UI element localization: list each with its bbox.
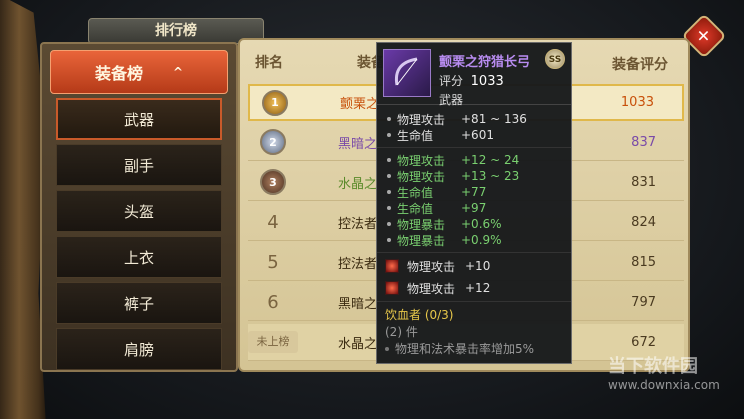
- item-tooltip: 颤栗之狩猎长弓 评分 1033 武器 SS 物理攻击 +81 ~ 136 生命值 +…: [376, 42, 572, 364]
- equip-name: 颤栗之: [340, 97, 380, 112]
- rank-number: 5: [267, 251, 279, 273]
- gem-line: 物理攻击 +10: [377, 255, 571, 277]
- nav-item-label: 副手: [123, 156, 154, 175]
- stat-line: 生命值 +97: [377, 200, 571, 216]
- watermark: 当下软件园 www.downxia.com: [560, 352, 740, 412]
- equip-name: 黑暗之: [338, 136, 378, 152]
- stat-line: 物理暴击 +0.6%: [377, 216, 571, 232]
- equipment-ranking-tab[interactable]: 装备榜 ^: [50, 50, 228, 94]
- rank-number: 4: [267, 211, 279, 233]
- rank-unranked: 未上榜: [248, 331, 298, 353]
- gold-medal-icon: 1: [262, 89, 288, 116]
- nav-item-top[interactable]: 上衣: [56, 236, 222, 278]
- gem-stats: 物理攻击 +10 物理攻击 +12: [377, 252, 571, 299]
- bow-icon: [383, 49, 431, 97]
- equip-name: 黑暗之: [338, 296, 378, 312]
- nav-item-weapon[interactable]: 武器: [56, 98, 222, 140]
- gem-line: 物理攻击 +12: [377, 277, 571, 299]
- equip-score: 672: [631, 334, 656, 350]
- stat-line: 物理攻击 +81 ~ 136: [377, 111, 571, 127]
- stat-line: 物理攻击 +13 ~ 23: [377, 168, 571, 184]
- item-score-line: 评分 1033: [439, 72, 530, 89]
- nav-item-shoulders[interactable]: 肩膀: [56, 328, 222, 370]
- set-desc: 物理和法术暴击率增加5%: [377, 340, 571, 357]
- chevron-up-icon: ^: [172, 65, 184, 79]
- nav-item-label: 上衣: [123, 248, 154, 267]
- set-bonus: 饮血者 (0/3) (2) 件 物理和法术暴击率增加5%: [377, 301, 571, 357]
- score-value: 1033: [470, 74, 504, 89]
- close-icon: ✕: [697, 26, 711, 46]
- grade-badge: SS: [545, 49, 565, 69]
- watermark-url: www.downxia.com: [608, 378, 720, 392]
- equip-score: 1033: [620, 95, 654, 110]
- page-title: 排行榜: [88, 18, 264, 44]
- base-stats: 物理攻击 +81 ~ 136 生命值 +601: [377, 105, 571, 143]
- nav-item-offhand[interactable]: 副手: [56, 144, 222, 186]
- equip-name: 水晶之: [338, 336, 378, 352]
- stat-line: 生命值 +601: [377, 127, 571, 143]
- stat-line: 生命值 +77: [377, 184, 571, 200]
- nav-item-label: 头盔: [123, 202, 154, 221]
- nav-item-pants[interactable]: 裤子: [56, 282, 222, 324]
- score-label: 评分: [439, 74, 464, 88]
- set-title: 饮血者 (0/3): [385, 308, 454, 322]
- silver-medal-icon: 2: [260, 129, 286, 155]
- equip-score: 815: [631, 254, 656, 270]
- equip-score: 797: [631, 294, 656, 310]
- item-name: 颤栗之狩猎长弓: [439, 55, 531, 70]
- nav-item-label: 肩膀: [123, 340, 154, 359]
- equip-score: 831: [631, 174, 656, 190]
- stat-line: 物理攻击 +12 ~ 24: [377, 152, 571, 168]
- col-score-header: 装备评分: [612, 57, 668, 73]
- equip-score: 824: [631, 214, 656, 230]
- stat-line: 物理暴击 +0.9%: [377, 232, 571, 248]
- equip-name: 控法者: [338, 216, 378, 232]
- extra-stats: 物理攻击 +12 ~ 24 物理攻击 +13 ~ 23 生命值 +77 生命值 +97 …: [377, 147, 571, 248]
- category-panel: 装备榜 ^ 武器 副手 头盔 上衣 裤子 肩膀: [40, 42, 238, 372]
- nav-item-label: 武器: [123, 110, 154, 129]
- equip-score: 837: [631, 134, 656, 150]
- item-type: 武器: [439, 93, 464, 107]
- watermark-title: 当下软件园: [608, 356, 698, 377]
- ruby-gem-icon: [385, 259, 399, 273]
- rank-number: 6: [267, 291, 279, 313]
- bronze-medal-icon: 3: [260, 169, 286, 195]
- nav-item-helmet[interactable]: 头盔: [56, 190, 222, 232]
- ruby-gem-icon: [385, 281, 399, 295]
- set-count: (2) 件: [385, 325, 418, 339]
- equip-name: 控法者: [338, 256, 378, 272]
- equip-name: 水晶之: [338, 176, 378, 192]
- col-rank-header: 排名: [255, 55, 283, 71]
- tooltip-header: 颤栗之狩猎长弓 评分 1033 武器 SS: [377, 43, 571, 107]
- nav-header-label: 装备榜: [94, 64, 143, 83]
- nav-item-label: 裤子: [123, 294, 154, 313]
